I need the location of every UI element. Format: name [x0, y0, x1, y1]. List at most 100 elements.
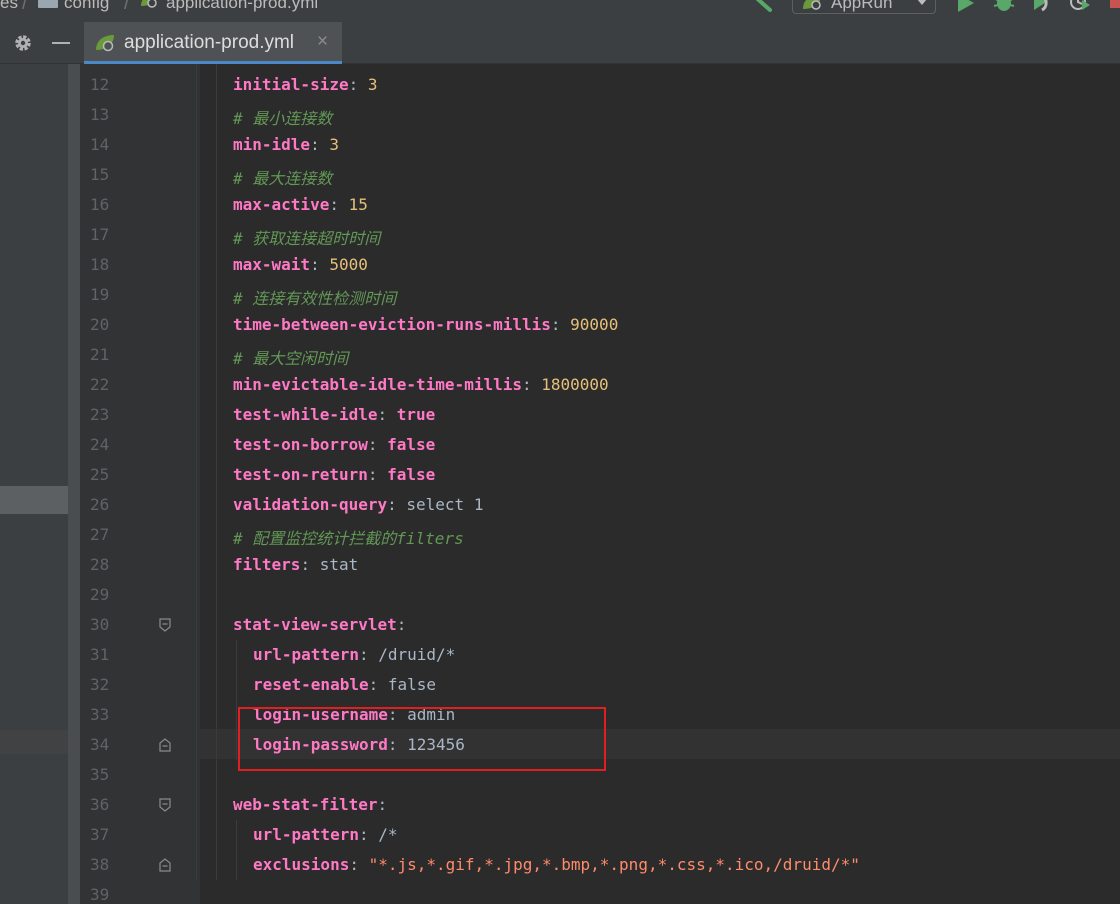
stop-icon[interactable]	[1110, 0, 1120, 8]
line-number: 19	[90, 285, 110, 304]
line-number: 38	[90, 855, 110, 874]
yaml-value: stat	[319, 555, 359, 574]
code-line[interactable]: # 连接有效性检测时间	[233, 285, 396, 309]
code-line[interactable]: test-on-return: false	[233, 465, 435, 484]
yaml-key: reset-enable	[253, 675, 369, 694]
line-number: 35	[90, 765, 110, 784]
code-line[interactable]: max-active: 15	[233, 195, 368, 214]
indent-guide	[216, 64, 217, 880]
yaml-separator: :	[310, 255, 330, 274]
debug-icon[interactable]	[992, 0, 1016, 12]
tab-application-prod-yml[interactable]: application-prod.yml ×	[84, 22, 342, 64]
vertical-scrollbar[interactable]	[68, 64, 80, 904]
code-line[interactable]: exclusions: "*.js,*.gif,*.jpg,*.bmp,*.pn…	[253, 855, 860, 874]
line-number: 27	[90, 525, 110, 544]
yaml-separator: :	[377, 795, 388, 814]
code-line[interactable]: initial-size: 3	[233, 75, 378, 94]
code-line[interactable]: # 最大空闲时间	[233, 345, 348, 369]
close-icon[interactable]: ×	[317, 31, 328, 53]
yaml-key: max-active	[233, 195, 330, 214]
yaml-separator: :	[521, 375, 542, 394]
code-line[interactable]: max-wait: 5000	[233, 255, 368, 274]
yml-file-icon	[96, 35, 114, 52]
line-number: 28	[90, 555, 110, 574]
yaml-separator: :	[550, 315, 571, 334]
fold-close-icon[interactable]	[159, 738, 171, 752]
code-editor[interactable]	[200, 64, 1120, 904]
coverage-icon[interactable]	[1030, 0, 1054, 12]
code-line[interactable]: test-on-borrow: false	[233, 435, 435, 454]
yaml-value: /druid/*	[378, 645, 456, 664]
code-line[interactable]: min-evictable-idle-time-millis: 1800000	[233, 375, 609, 394]
fold-open-icon[interactable]	[159, 618, 171, 632]
code-line[interactable]: reset-enable: false	[253, 675, 436, 694]
yaml-separator: :	[377, 405, 397, 424]
fold-close-icon[interactable]	[159, 858, 171, 872]
code-line[interactable]: validation-query: select 1	[233, 495, 483, 514]
yaml-value: false	[387, 675, 437, 694]
indent-guide	[236, 640, 237, 760]
code-line[interactable]: test-while-idle: true	[233, 405, 435, 424]
yaml-value: /*	[378, 825, 398, 844]
indent-guide	[196, 64, 197, 880]
code-line[interactable]: # 获取连接超时时间	[233, 225, 380, 249]
line-number: 31	[90, 645, 110, 664]
fold-open-icon[interactable]	[159, 798, 171, 812]
code-line[interactable]: url-pattern: /*	[253, 825, 398, 844]
yaml-key: url-pattern	[253, 825, 359, 844]
run-icon[interactable]	[956, 0, 976, 12]
yaml-value: 3	[367, 75, 378, 94]
spring-boot-icon	[803, 0, 821, 10]
run-configuration-label: AppRun	[831, 0, 893, 12]
line-number: 21	[90, 345, 110, 364]
line-number: 37	[90, 825, 110, 844]
yaml-value: 5000	[329, 255, 368, 274]
code-line[interactable]: time-between-eviction-runs-millis: 90000	[233, 315, 618, 334]
yaml-separator: :	[310, 135, 330, 154]
build-hammer-icon[interactable]	[748, 0, 774, 12]
minimize-icon[interactable]	[52, 42, 70, 44]
breadcrumb-item-config[interactable]: config	[64, 0, 109, 15]
yaml-key: min-idle	[233, 135, 311, 154]
code-line[interactable]: web-stat-filter:	[233, 795, 387, 814]
yaml-comment: # 配置监控统计拦截的filters	[233, 529, 464, 548]
navigation-bar: es / config / application-prod.yml AppRu…	[0, 0, 1120, 22]
yaml-comment: # 最大空闲时间	[233, 349, 349, 368]
code-line[interactable]: filters: stat	[233, 555, 358, 574]
yaml-value: false	[387, 435, 436, 454]
yaml-value: true	[396, 405, 436, 424]
line-number: 15	[90, 165, 110, 184]
yaml-key: stat-view-servlet	[233, 615, 397, 634]
yaml-separator: :	[396, 615, 407, 634]
run-configuration-dropdown[interactable]: AppRun	[792, 0, 936, 14]
yaml-key: exclusions	[253, 855, 350, 874]
indent-guide	[236, 820, 237, 880]
yaml-separator: :	[367, 435, 388, 454]
code-line[interactable]: url-pattern: /druid/*	[253, 645, 455, 664]
line-number: 20	[90, 315, 110, 334]
yaml-comment: # 获取连接超时时间	[233, 229, 381, 248]
yaml-separator: :	[300, 555, 320, 574]
breadcrumb-item-resources[interactable]: es	[0, 0, 18, 15]
yaml-separator: :	[358, 645, 379, 664]
yaml-comment: # 最小连接数	[233, 109, 333, 128]
code-line[interactable]: # 最小连接数	[233, 105, 332, 129]
gear-icon[interactable]	[12, 32, 34, 54]
code-line[interactable]: min-idle: 3	[233, 135, 339, 154]
line-number: 30	[90, 615, 110, 634]
yaml-key: web-stat-filter	[233, 795, 378, 814]
yaml-key: test-on-borrow	[233, 435, 368, 454]
yaml-key: time-between-eviction-runs-millis	[233, 315, 551, 334]
code-line[interactable]: stat-view-servlet:	[233, 615, 406, 634]
profiler-icon[interactable]	[1068, 0, 1092, 12]
code-line[interactable]: # 最大连接数	[233, 165, 332, 189]
yaml-key: max-wait	[233, 255, 311, 274]
project-tool-window	[0, 64, 80, 904]
breadcrumb-separator: /	[124, 0, 130, 14]
breadcrumb-item-file[interactable]: application-prod.yml	[166, 0, 318, 15]
line-number: 29	[90, 585, 110, 604]
yaml-key: test-on-return	[233, 465, 368, 484]
code-line[interactable]: # 配置监控统计拦截的filters	[233, 525, 464, 549]
yaml-separator: :	[348, 75, 368, 94]
yaml-value: "*.js,*.gif,*.jpg,*.bmp,*.png,*.css,*.ic…	[368, 855, 860, 874]
